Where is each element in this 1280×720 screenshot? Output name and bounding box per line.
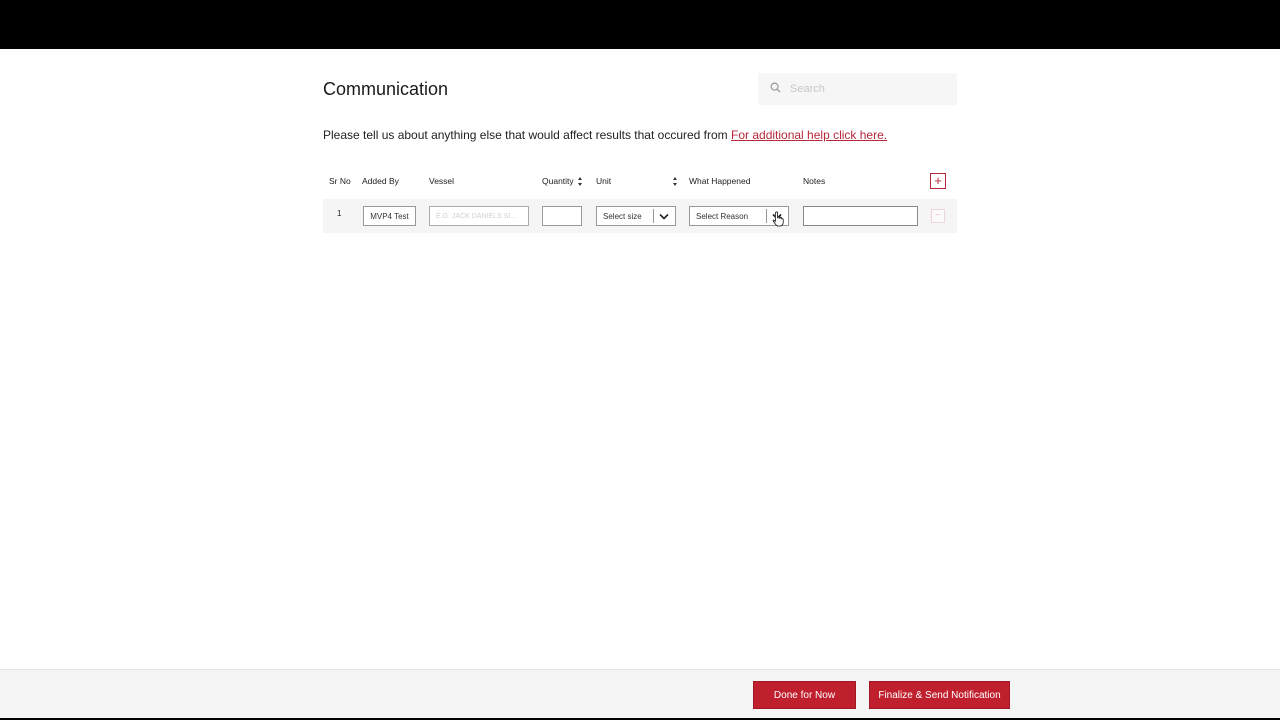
chevron-down-icon[interactable] — [653, 209, 669, 223]
table-row: 1 MVP4 Test E.G. JACK DANIELS SI... Sele… — [323, 199, 957, 233]
header-vessel: Vessel — [429, 176, 455, 186]
unit-select-value: Select size — [603, 211, 642, 221]
sort-icon — [577, 176, 583, 186]
notes-input[interactable] — [803, 206, 918, 226]
header-unit[interactable]: Unit — [596, 176, 678, 186]
search-box[interactable] — [758, 73, 957, 105]
header-sr-no: Sr No — [329, 176, 351, 186]
header-added-by: Added By — [362, 176, 399, 186]
header-what-happened: What Happened — [689, 176, 751, 186]
finalize-send-notification-button[interactable]: Finalize & Send Notification — [869, 681, 1010, 709]
header-notes: Notes — [803, 176, 826, 186]
remove-row-button[interactable]: − — [931, 209, 945, 223]
help-link[interactable]: For additional help click here. — [731, 128, 887, 142]
communication-table: Sr No Added By Vessel Quantity Unit What… — [323, 167, 957, 233]
header-quantity[interactable]: Quantity — [542, 176, 583, 186]
table-header: Sr No Added By Vessel Quantity Unit What… — [323, 167, 957, 195]
row-sr-no: 1 — [337, 209, 342, 218]
what-happened-select-value: Select Reason — [696, 211, 749, 221]
search-icon — [770, 80, 781, 98]
app-screen: Communication Please tell us about anyth… — [0, 49, 1280, 718]
quantity-input[interactable] — [542, 206, 582, 226]
search-input[interactable] — [790, 83, 950, 95]
unit-select[interactable]: Select size — [596, 206, 676, 226]
hand-cursor-icon — [772, 211, 784, 227]
done-for-now-button[interactable]: Done for Now — [753, 681, 856, 709]
intro-text: Please tell us about anything else that … — [323, 128, 887, 142]
add-row-button[interactable]: + — [930, 173, 946, 189]
page-title: Communication — [323, 79, 449, 99]
intro-text-body: Please tell us about anything else that … — [323, 128, 732, 142]
sort-icon — [673, 176, 678, 186]
vessel-input[interactable]: E.G. JACK DANIELS SI... — [429, 206, 529, 226]
footer-bar: Done for Now Finalize & Send Notificatio… — [0, 669, 1280, 718]
added-by-field: MVP4 Test — [363, 206, 416, 226]
